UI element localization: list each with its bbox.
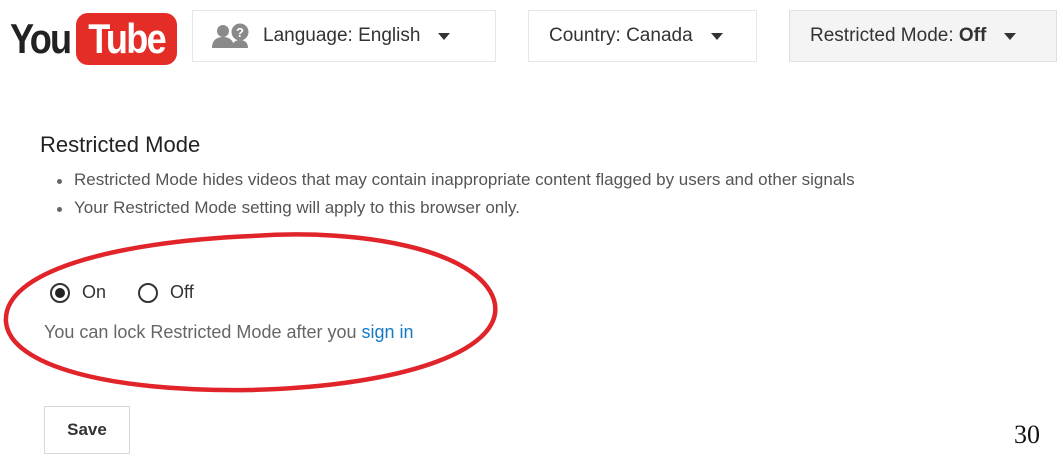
chevron-down-icon bbox=[438, 32, 451, 40]
radio-off-label: Off bbox=[170, 282, 194, 302]
radio-off[interactable]: Off bbox=[138, 282, 194, 303]
page: You Tube ? Language: English Country: Ca… bbox=[0, 0, 1057, 454]
lock-restricted-mode-text: You can lock Restricted Mode after you s… bbox=[44, 322, 414, 343]
radio-on-label: On bbox=[82, 282, 107, 302]
radio-unselected-icon[interactable] bbox=[138, 282, 159, 303]
info-bullet: Restricted Mode hides videos that may co… bbox=[52, 166, 855, 194]
radio-dot bbox=[55, 287, 65, 298]
restricted-mode-dropdown[interactable]: Restricted Mode: Off bbox=[789, 10, 1057, 62]
radio-on[interactable]: On bbox=[50, 282, 106, 303]
chevron-down-icon bbox=[1004, 32, 1017, 40]
restricted-mode-prefix: Restricted Mode: bbox=[810, 25, 959, 46]
restricted-mode-options: On Off bbox=[50, 282, 226, 303]
page-number: 30 bbox=[1014, 420, 1040, 449]
restricted-mode-value: Off bbox=[958, 25, 987, 46]
svg-text:?: ? bbox=[236, 25, 244, 40]
language-dropdown[interactable]: ? Language: English bbox=[192, 10, 496, 62]
radio-selected-icon[interactable] bbox=[50, 282, 70, 303]
info-list: Restricted Mode hides videos that may co… bbox=[52, 166, 855, 222]
language-label: Language: English bbox=[263, 25, 421, 46]
sign-in-link[interactable]: sign in bbox=[362, 322, 414, 342]
youtube-logo[interactable]: You Tube bbox=[10, 8, 178, 70]
logo-tube-text: Tube bbox=[88, 15, 166, 62]
people-help-icon: ? bbox=[212, 23, 249, 48]
country-label: Country: Canada bbox=[549, 25, 693, 46]
lock-text: You can lock Restricted Mode after you bbox=[44, 322, 362, 342]
logo-tube-box: Tube bbox=[76, 13, 178, 65]
logo-you-text: You bbox=[10, 15, 72, 62]
info-bullet: Your Restricted Mode setting will apply … bbox=[52, 194, 855, 222]
country-dropdown[interactable]: Country: Canada bbox=[528, 10, 757, 62]
section-title: Restricted Mode bbox=[40, 132, 201, 157]
chevron-down-icon bbox=[710, 32, 723, 40]
save-button[interactable]: Save bbox=[44, 406, 130, 454]
